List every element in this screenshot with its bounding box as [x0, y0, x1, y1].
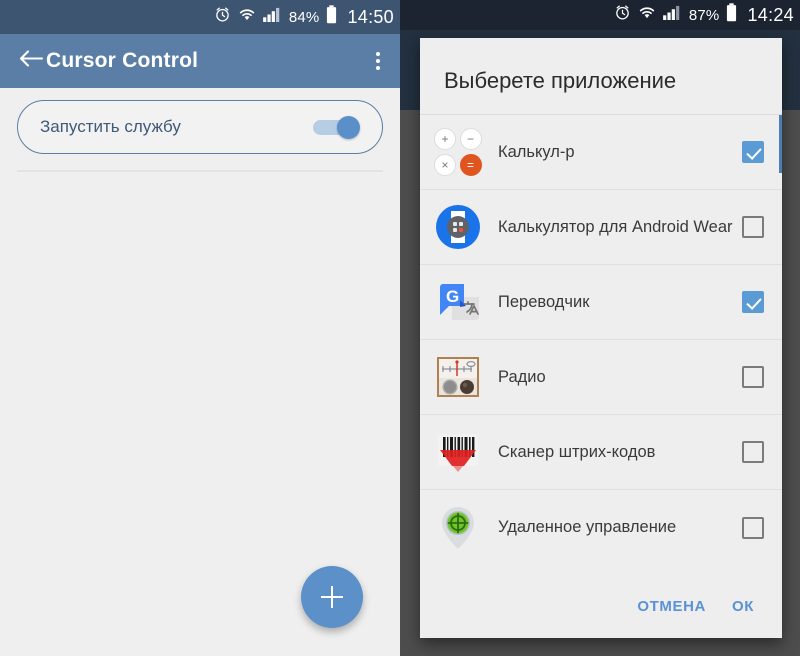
app-checkbox[interactable] [742, 291, 764, 313]
app-name-label: Сканер штрих-кодов [498, 442, 656, 461]
page-title: Cursor Control [46, 49, 199, 72]
svg-text:G: G [446, 287, 459, 306]
left-status-bar: 84% 14:50 [0, 0, 400, 34]
add-button-fab[interactable] [301, 566, 363, 628]
start-service-label: Запустить службу [40, 117, 181, 136]
plus-icon-vertical [330, 586, 334, 608]
list-item[interactable]: Сканер штрих-кодов [420, 415, 782, 490]
calc-plus: + [434, 128, 456, 150]
remote-control-pin-icon [434, 504, 482, 552]
battery-percent-label: 87% [688, 6, 720, 24]
list-item[interactable]: + − × = Калькул-р [420, 115, 782, 190]
signal-icon [662, 5, 682, 25]
start-service-switch[interactable] [313, 116, 360, 139]
battery-percent-label: 84% [288, 8, 320, 26]
wifi-icon [238, 7, 256, 27]
signal-icon [262, 7, 282, 27]
calculator-icon: + − × = [434, 128, 482, 176]
overflow-menu-icon[interactable] [370, 46, 386, 76]
left-content-area: Запустить службу [0, 88, 400, 656]
screenshot-root: 84% 14:50 Cursor Control Запустить служб… [0, 0, 800, 656]
content-divider [17, 170, 383, 172]
wifi-icon [638, 5, 656, 25]
start-service-toggle-row[interactable]: Запустить службу [17, 100, 383, 154]
alarm-icon [214, 6, 231, 28]
app-checkbox[interactable] [742, 516, 764, 539]
app-name-label: Калькулятор для Android Wear [498, 217, 733, 236]
back-arrow-icon[interactable] [18, 48, 44, 75]
app-name-label: Калькул-р [498, 142, 575, 161]
clock-label: 14:24 [747, 4, 794, 25]
android-wear-calculator-icon [434, 203, 482, 251]
app-checkbox[interactable] [742, 366, 764, 388]
list-item[interactable]: G Переводчик [420, 265, 782, 340]
ok-button[interactable]: ОК [732, 598, 754, 615]
switch-thumb [337, 116, 360, 139]
clock-label: 14:50 [347, 6, 394, 27]
app-checkbox[interactable] [742, 141, 764, 163]
app-checkbox[interactable] [742, 216, 764, 238]
dialog-title: Выберете приложение [444, 68, 677, 93]
app-checkbox[interactable] [742, 441, 764, 463]
app-name-label: Радио [498, 367, 546, 386]
list-item[interactable]: Радио [420, 340, 782, 415]
scrollbar[interactable] [779, 115, 782, 173]
dialog-action-bar: ОТМЕНА ОК [420, 574, 782, 638]
battery-icon [726, 3, 737, 27]
alarm-icon [614, 4, 631, 26]
right-status-bar: 87% 14:24 [400, 0, 800, 30]
app-name-label: Переводчик [498, 292, 590, 311]
calc-times: × [434, 153, 456, 176]
google-translate-icon: G [434, 278, 482, 326]
battery-icon [326, 5, 337, 29]
radio-icon [434, 353, 482, 401]
left-screen-cursor-control: 84% 14:50 Cursor Control Запустить служб… [0, 0, 400, 656]
calc-minus: − [459, 128, 482, 150]
app-name-label: Удаленное управление [498, 518, 677, 536]
cancel-button[interactable]: ОТМЕНА [637, 598, 706, 615]
list-item[interactable]: Калькулятор для Android Wear [420, 190, 782, 265]
left-app-bar: Cursor Control [0, 34, 400, 88]
barcode-scanner-icon [434, 428, 482, 476]
list-item[interactable]: Удаленное управление [420, 490, 782, 565]
calc-equals: = [459, 153, 482, 176]
app-list[interactable]: + − × = Калькул-р Калькулятор для Androi… [420, 115, 782, 574]
right-screen-app-picker: 87% 14:24 Выберете приложение + − × = Ка… [400, 0, 800, 656]
app-picker-dialog: Выберете приложение + − × = Калькул-р Ка… [420, 38, 782, 638]
